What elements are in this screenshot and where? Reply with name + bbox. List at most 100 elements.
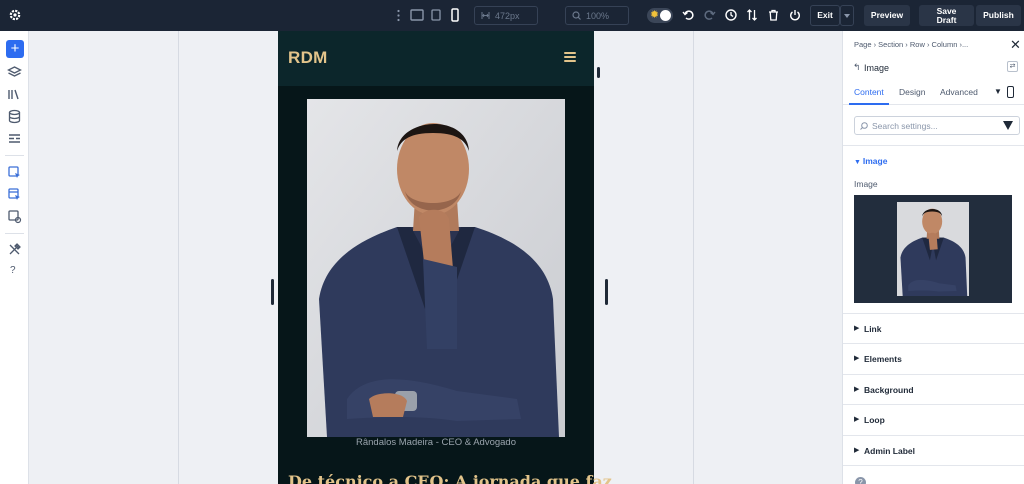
database-icon[interactable] [7,109,22,124]
preview-button[interactable]: Preview [864,5,910,26]
builder-canvas: RDM Rândalos Madeira - CEO & Advogado De… [29,31,842,484]
select-element-icon[interactable] [7,187,22,202]
more-vertical-icon[interactable] [396,9,401,22]
caret-open-icon: ▼ [854,159,863,166]
phone-view-icon[interactable] [451,8,459,22]
hamburger-menu-icon[interactable] [564,52,576,62]
canvas-width-value: 472px [495,10,520,21]
caret-right-icon: ▶ [854,447,860,454]
portrait-illustration [307,99,565,437]
site-logo[interactable]: RDM [288,48,328,68]
section-link-label: Link [864,324,882,334]
canvas-width-field[interactable]: 472px [474,6,538,25]
post-headline: De técnico a CEO: A jornada que faz [288,472,612,484]
section-divider [843,145,1024,146]
panel-title: Image [864,63,890,73]
select-page-icon[interactable] [7,165,22,180]
caret-right-icon: ▶ [854,325,860,332]
tab-design[interactable]: Design [899,87,925,97]
sidebar-divider [5,155,24,156]
layers-icon[interactable] [7,65,22,80]
zoom-field[interactable]: 100% [565,6,629,25]
section-image-label: Image [862,156,888,166]
tab-content[interactable]: Content [854,87,884,97]
active-tab-indicator [849,103,889,105]
toggle-knob [660,10,671,21]
caret-right-icon: ▶ [854,355,860,362]
sidebar-divider [5,233,24,234]
resize-handle-top-right[interactable] [597,67,600,78]
back-arrow-icon[interactable]: ↰ [853,62,861,73]
history-clock-icon[interactable] [725,9,737,21]
close-icon[interactable]: ✕ [1010,37,1021,53]
canvas-guide-line [178,31,179,484]
section-background-label: Background [864,385,914,395]
section-admin-label[interactable]: ▶ Admin Label [843,435,1024,465]
section-elements[interactable]: ▶ Elements [843,343,1024,373]
undo-icon[interactable] [682,9,694,21]
mobile-page-preview: RDM Rândalos Madeira - CEO & Advogado De… [278,31,612,484]
thumbnail-portrait [897,202,969,296]
width-arrows-icon [481,12,490,19]
site-header: RDM [278,31,594,86]
exit-dropdown-button[interactable] [840,5,854,26]
gear-icon[interactable] [7,7,23,23]
save-draft-button[interactable]: Save Draft [919,5,974,26]
preview-label: Preview [870,10,904,20]
caret-right-icon: ▶ [854,386,860,393]
help-circle-icon[interactable]: ? [855,477,866,484]
zoom-value: 100% [586,10,610,21]
panel-tabs: Content Design Advanced ▼ [843,83,1024,105]
phone-view-icon[interactable] [1007,86,1014,98]
theme-toggle[interactable]: ✹ [647,8,673,23]
zoom-search-icon [572,11,581,20]
redo-icon[interactable] [704,9,716,21]
caret-down-icon[interactable]: ▼ [994,87,1002,96]
top-toolbar: 472px 100% ✹ Exit Preview Save Draft Pub… [0,0,1024,31]
search-icon [860,121,868,130]
section-background[interactable]: ▶ Background [843,374,1024,404]
section-admin-label-text: Admin Label [864,446,916,456]
exit-label: Exit [817,10,833,20]
section-link[interactable]: ▶ Link [843,313,1024,343]
section-divider [843,465,1024,466]
profile-photo[interactable] [307,99,565,437]
library-icon[interactable] [7,87,22,102]
help-icon[interactable]: ? [10,265,16,276]
chevron-down-icon [844,13,850,18]
publish-button[interactable]: Publish [976,5,1021,26]
section-elements-label: Elements [864,354,902,364]
settings-search-input[interactable]: Search settings... [854,116,1020,135]
filter-icon[interactable] [1003,121,1013,130]
breadcrumb[interactable]: Page › Section › Row › Column ›... [854,40,968,49]
page-settings-icon[interactable] [7,209,22,224]
layout-list-icon[interactable] [7,131,22,146]
canvas-guide-line [693,31,694,484]
image-thumbnail [897,202,969,296]
trash-icon[interactable] [768,9,779,21]
section-image-header[interactable]: ▼ Image [854,156,887,166]
save-draft-label-line2: Draft [936,14,957,25]
sun-icon: ✹ [649,9,660,21]
image-field-label: Image [854,179,878,189]
tablet-view-icon[interactable] [431,9,441,21]
caret-right-icon: ▶ [854,416,860,423]
left-sidebar: + ? [0,31,29,484]
section-loop[interactable]: ▶ Loop [843,404,1024,434]
exit-button[interactable]: Exit [810,5,840,26]
sort-arrows-icon[interactable] [746,9,758,21]
publish-label: Publish [983,10,1014,20]
tools-icon[interactable] [7,242,22,257]
image-upload-preview[interactable] [854,195,1012,303]
panel-options-icon[interactable]: ⇄ [1007,61,1018,72]
photo-caption: Rândalos Madeira - CEO & Advogado [355,437,516,448]
resize-handle-right[interactable] [605,279,608,305]
settings-panel: Page › Section › Row › Column ›... ✕ ↰ I… [842,31,1024,484]
power-icon[interactable] [789,9,801,21]
add-element-button[interactable]: + [6,40,24,58]
resize-handle-left[interactable] [271,279,274,305]
search-placeholder: Search settings... [872,120,938,131]
section-loop-label: Loop [864,415,885,425]
tab-advanced[interactable]: Advanced [940,87,978,97]
desktop-view-icon[interactable] [410,9,424,21]
